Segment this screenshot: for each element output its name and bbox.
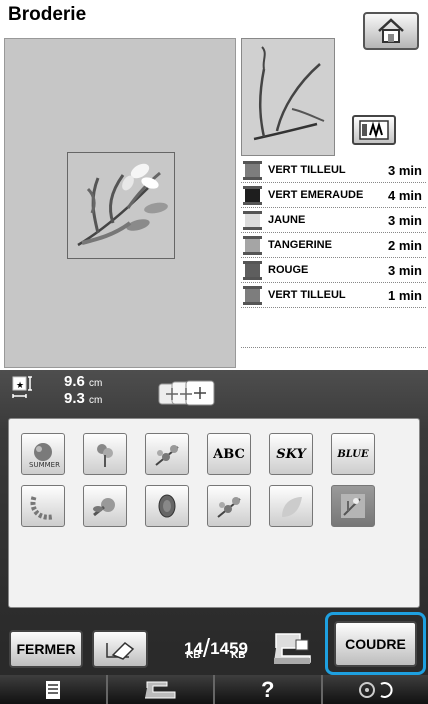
thread-color-list: VERT TILLEUL 3 min VERT EMERAUDE 4 min J…: [241, 158, 426, 388]
floral-spray-pattern-icon: [155, 445, 179, 466]
design-width: 9.6: [64, 373, 85, 390]
pattern-flower-button[interactable]: [83, 433, 127, 475]
pattern-floral-spray-2-button[interactable]: [207, 485, 251, 527]
thread-color-time: 2 min: [388, 237, 422, 253]
pattern-leaf-button[interactable]: [269, 485, 313, 527]
eraser-icon: [106, 642, 135, 660]
floral-spray-pattern-icon: [217, 497, 241, 518]
home-button[interactable]: [363, 12, 419, 50]
thread-color-time: 1 min: [388, 287, 422, 303]
flower-pattern-icon: [97, 444, 113, 467]
branch-pattern-icon: [341, 494, 365, 518]
thread-color-name: TANGERINE: [268, 239, 332, 251]
svg-text:★: ★: [16, 381, 24, 391]
delete-button[interactable]: [92, 630, 148, 668]
pattern-selection-panel: SUMMER ABC SKY BLUE: [8, 418, 420, 608]
oval-pattern-icon: [158, 494, 176, 518]
spool-icon: [243, 185, 262, 205]
thread-color-row[interactable]: VERT TILLEUL 1 min: [241, 283, 426, 308]
nav-manual-button[interactable]: [0, 675, 108, 704]
thread-color-row[interactable]: TANGERINE 2 min: [241, 233, 426, 258]
document-icon: [45, 680, 60, 699]
leaf-pattern-icon: [282, 497, 302, 517]
wreath-pattern-icon: [30, 496, 53, 520]
thread-color-row[interactable]: VERT TILLEUL 3 min: [241, 158, 426, 183]
thread-color-row[interactable]: JAUNE 3 min: [241, 208, 426, 233]
svg-text:SUMMER: SUMMER: [29, 461, 60, 469]
thread-color-empty-row: [241, 308, 426, 348]
pattern-abc-text-button[interactable]: ABC: [207, 433, 251, 475]
thread-display-icon: [359, 120, 389, 140]
machine-icon: [145, 681, 176, 698]
thread-color-name: VERT TILLEUL: [268, 289, 346, 301]
thread-display-button[interactable]: [352, 115, 396, 145]
pattern-summer-button[interactable]: SUMMER: [21, 433, 65, 475]
pattern-rose-button[interactable]: [83, 485, 127, 527]
thread-color-time: 3 min: [388, 212, 422, 228]
design-preview[interactable]: [67, 152, 175, 259]
bottom-nav: ?: [0, 675, 428, 704]
thread-color-time: 3 min: [388, 262, 422, 278]
design-size-readout: 9.6 cm 9.3 cm: [64, 373, 103, 407]
memory-usage: 14/1459 KB KB: [184, 633, 248, 663]
pattern-branch-button[interactable]: [331, 485, 375, 527]
page-title: Broderie: [8, 4, 87, 25]
thread-color-time: 4 min: [388, 187, 422, 203]
design-branch-image: [77, 163, 168, 247]
thread-color-name: VERT EMERAUDE: [268, 189, 364, 201]
spool-icon: [243, 285, 262, 305]
thread-color-name: VERT TILLEUL: [268, 164, 346, 176]
preview-branch-image: [253, 46, 325, 141]
sew-button-highlight: [325, 612, 426, 675]
spool-icon: [243, 260, 262, 280]
pattern-oval-button[interactable]: [145, 485, 189, 527]
home-icon: [378, 18, 404, 43]
pattern-sky-text-button[interactable]: SKY: [269, 433, 313, 475]
abc-text-pattern-icon: ABC: [213, 446, 245, 462]
thread-color-row[interactable]: VERT EMERAUDE 4 min: [241, 183, 426, 208]
memory-used-unit: KB: [186, 650, 201, 661]
thread-color-name: ROUGE: [268, 264, 309, 276]
thread-color-row[interactable]: ROUGE 3 min: [241, 258, 426, 283]
thread-color-time: 3 min: [388, 162, 422, 178]
memory-total-unit: KB: [231, 650, 246, 661]
spool-icon: [243, 210, 262, 230]
size-icon: ★: [12, 376, 32, 398]
thread-color-name: JAUNE: [268, 214, 306, 226]
embroidery-edit-area[interactable]: [4, 38, 236, 368]
pattern-wreath-button[interactable]: [21, 485, 65, 527]
design-height: 9.3: [64, 390, 85, 407]
sky-text-pattern-icon: SKY: [276, 446, 306, 462]
help-icon: ?: [261, 676, 275, 702]
pattern-floral-spray-button[interactable]: [145, 433, 189, 475]
hoop-size-icon: [158, 380, 215, 406]
blue-text-pattern-icon: BLUE: [337, 448, 369, 460]
thread-preview: [241, 38, 335, 156]
close-button[interactable]: FERMER: [9, 630, 83, 668]
rose-pattern-icon: [93, 498, 115, 517]
settings-icon: [359, 681, 393, 698]
spool-icon: [243, 160, 262, 180]
spool-icon: [243, 235, 262, 255]
pattern-blue-text-button[interactable]: BLUE: [331, 433, 375, 475]
summer-pattern-icon: SUMMER: [29, 443, 60, 469]
sewing-machine-icon: [274, 633, 311, 664]
nav-machine-button[interactable]: [107, 675, 215, 704]
nav-settings-button[interactable]: [322, 675, 428, 704]
nav-help-button[interactable]: ?: [215, 675, 323, 704]
